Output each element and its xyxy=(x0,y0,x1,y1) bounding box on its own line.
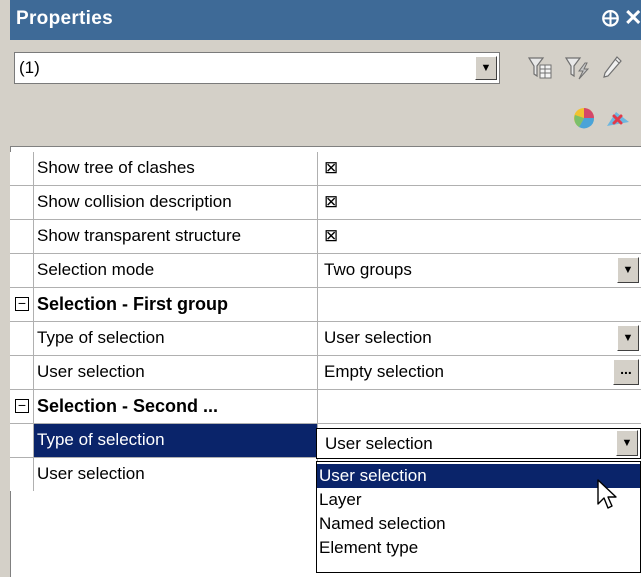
close-icon[interactable]: ✕ xyxy=(624,5,641,31)
property-checkbox[interactable]: ⊠ xyxy=(318,220,641,253)
property-name: Type of selection xyxy=(34,424,318,457)
panel-title-bar: Properties ⨁ ✕ xyxy=(10,0,641,40)
editor-value: User selection xyxy=(325,434,433,453)
mouse-cursor-icon xyxy=(596,478,620,517)
collapse-icon[interactable]: − xyxy=(15,398,29,413)
selection-mode-value: Two groups xyxy=(324,260,412,279)
property-row[interactable]: Selection mode Two groups ▼ xyxy=(10,254,641,288)
remove-icon[interactable] xyxy=(604,104,632,132)
dropdown-option[interactable]: User selection xyxy=(317,464,640,488)
property-value[interactable]: Two groups ▼ xyxy=(318,254,641,287)
property-row[interactable]: Show collision description ⊠ xyxy=(10,186,641,220)
property-name: Type of selection xyxy=(34,322,318,355)
category-label: Selection - First group xyxy=(34,288,318,321)
property-name: User selection xyxy=(34,356,318,389)
property-row[interactable]: Show transparent structure ⊠ xyxy=(10,220,641,254)
pin-icon[interactable]: ⨁ xyxy=(602,8,619,28)
property-row[interactable]: Type of selection User selection ▼ xyxy=(10,322,641,356)
filter-table-icon[interactable] xyxy=(526,54,554,82)
property-row[interactable]: User selection Empty selection ... xyxy=(10,356,641,390)
object-selector-value: (1) xyxy=(19,58,40,77)
object-selector-combo[interactable]: (1) ▼ xyxy=(14,52,500,84)
property-value[interactable]: User selection ▼ xyxy=(318,322,641,355)
dropdown-arrow-icon[interactable]: ▼ xyxy=(616,430,638,456)
type-of-selection-editor[interactable]: User selection ▼ xyxy=(316,428,641,459)
category-label: Selection - Second ... xyxy=(34,390,318,423)
combo-arrow-icon[interactable]: ▼ xyxy=(475,56,497,80)
dropdown-option[interactable]: Named selection xyxy=(317,512,640,536)
pie-chart-icon[interactable] xyxy=(570,104,598,132)
dropdown-arrow-icon[interactable]: ▼ xyxy=(617,257,639,283)
category-row-second-group[interactable]: − Selection - Second ... xyxy=(10,390,641,424)
user-selection-value: Empty selection xyxy=(324,362,444,381)
dropdown-arrow-icon[interactable]: ▼ xyxy=(617,325,639,351)
dropdown-option[interactable]: Element type xyxy=(317,536,640,560)
property-name: Show tree of clashes xyxy=(34,152,318,185)
property-name: Selection mode xyxy=(34,254,318,287)
collapse-icon[interactable]: − xyxy=(15,296,29,311)
property-checkbox[interactable]: ⊠ xyxy=(318,152,641,185)
filter-lightning-icon[interactable] xyxy=(563,54,591,82)
pencil-icon[interactable] xyxy=(598,54,626,82)
category-row-first-group[interactable]: − Selection - First group xyxy=(10,288,641,322)
property-name: Show collision description xyxy=(34,186,318,219)
property-value[interactable]: Empty selection ... xyxy=(318,356,641,389)
dropdown-option[interactable]: Layer xyxy=(317,488,640,512)
property-name: Show transparent structure xyxy=(34,220,318,253)
property-checkbox[interactable]: ⊠ xyxy=(318,186,641,219)
property-name: User selection xyxy=(34,458,318,491)
property-row[interactable]: Show tree of clashes ⊠ xyxy=(10,152,641,186)
dropdown-list[interactable]: User selection Layer Named selection Ele… xyxy=(316,461,641,573)
ellipsis-button[interactable]: ... xyxy=(613,359,639,385)
type-of-selection-value: User selection xyxy=(324,328,432,347)
panel-title: Properties xyxy=(16,8,113,29)
